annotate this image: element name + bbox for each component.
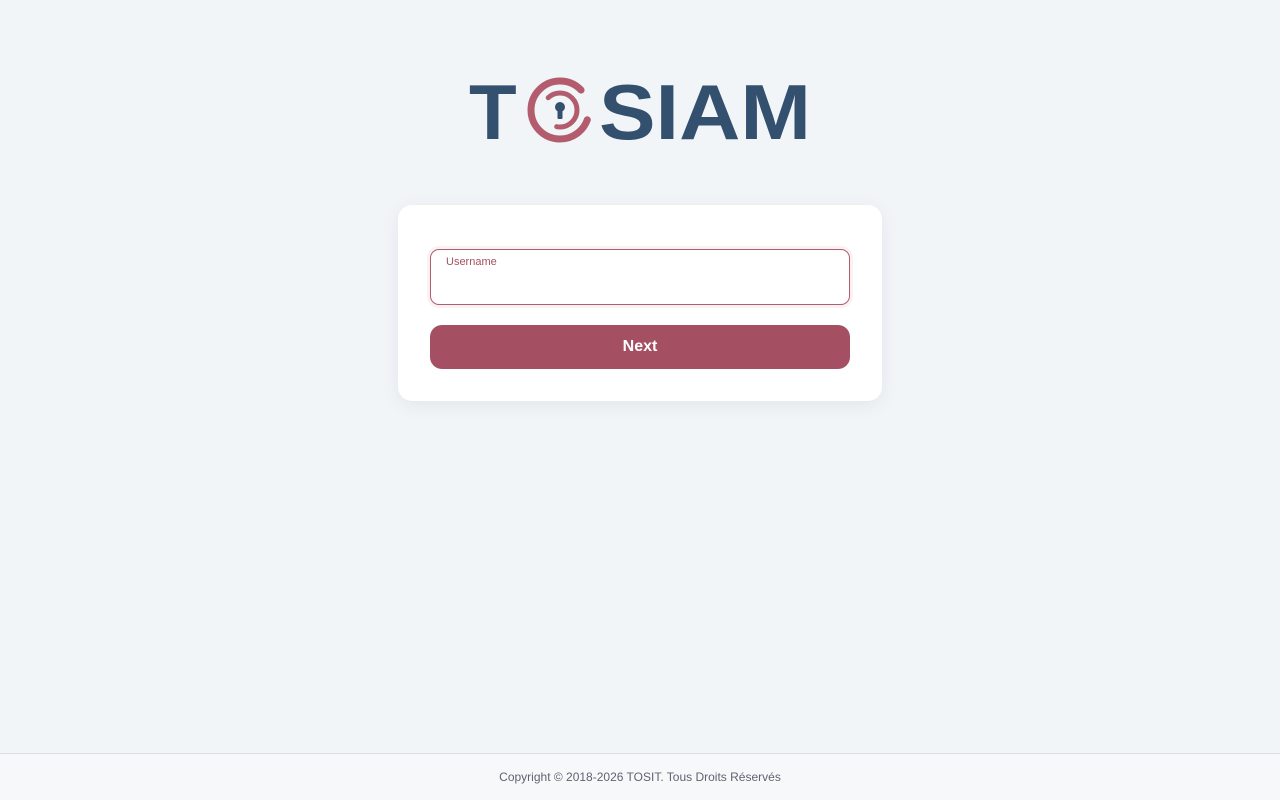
- keyhole-target-icon: [527, 77, 593, 143]
- username-input[interactable]: [445, 274, 833, 298]
- tosiam-logo: T SIAM: [469, 75, 811, 145]
- footer: Copyright © 2018-2026 TOSIT. Tous Droits…: [0, 753, 1280, 800]
- username-field[interactable]: Username: [430, 249, 850, 305]
- login-card: Username Next: [398, 205, 882, 401]
- copyright-text: Copyright © 2018-2026 TOSIT. Tous Droits…: [499, 770, 781, 784]
- next-button[interactable]: Next: [430, 325, 850, 369]
- logo-text-right: SIAM: [599, 75, 811, 145]
- username-label: Username: [446, 256, 497, 268]
- login-page: T SIAM Username Next Copyright © 2018-20…: [0, 0, 1280, 800]
- logo-text-left: T: [469, 75, 517, 145]
